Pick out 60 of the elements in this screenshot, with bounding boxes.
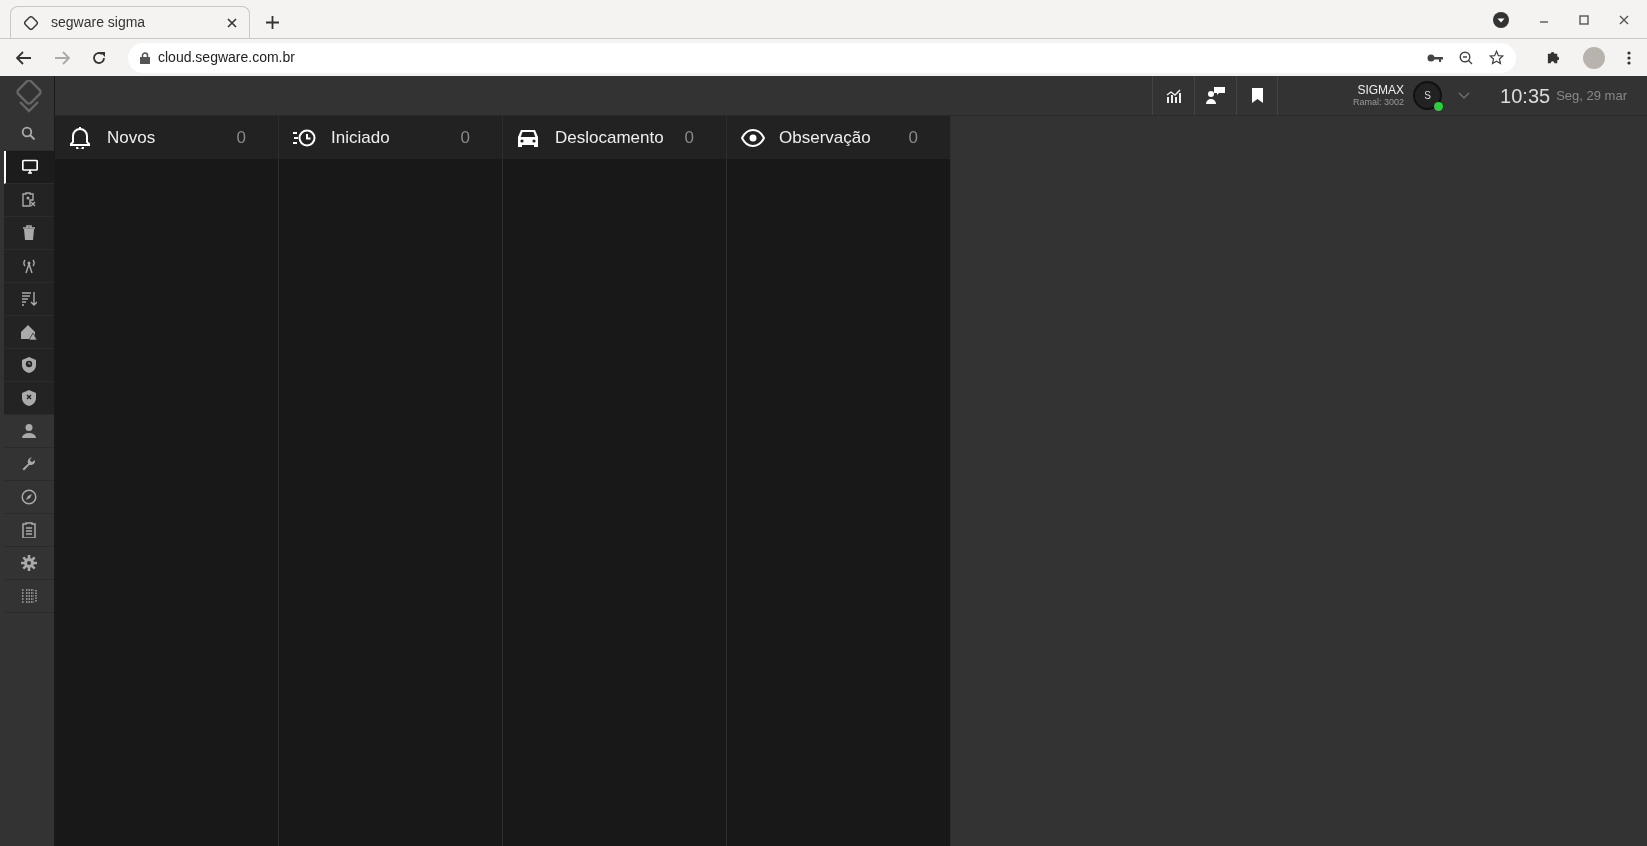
back-icon[interactable] xyxy=(16,50,32,65)
extensions-icon[interactable] xyxy=(1546,50,1561,65)
key-icon[interactable] xyxy=(1427,52,1443,63)
sort-descending-icon xyxy=(21,291,37,307)
user-chat-icon xyxy=(1206,87,1226,104)
clock-time: 10:35 xyxy=(1500,83,1551,109)
user-avatar[interactable]: S xyxy=(1413,81,1443,110)
tab-search-icon[interactable] xyxy=(1493,12,1509,28)
tab-title: segware sigma xyxy=(51,13,147,32)
close-icon[interactable] xyxy=(227,17,237,28)
wrench-icon xyxy=(21,456,37,472)
compass-icon xyxy=(21,489,37,505)
column-count: 0 xyxy=(908,126,918,149)
column-title: Novos xyxy=(107,126,157,149)
user-extension: Ramal: 3002 xyxy=(1353,98,1405,107)
url-text: cloud.segware.com.br xyxy=(158,48,295,67)
clock-date: Seg, 29 mar xyxy=(1556,86,1627,105)
shield-clock-icon xyxy=(21,357,37,373)
sidebar-item[interactable] xyxy=(4,151,54,184)
column-title: Observação xyxy=(779,126,872,149)
sidebar-item[interactable] xyxy=(4,217,54,250)
avatar-letter: S xyxy=(1424,89,1431,103)
settings-icon xyxy=(21,555,37,571)
column-count: 0 xyxy=(460,126,470,149)
user-name: SIGMAX xyxy=(1357,84,1405,96)
eye-icon xyxy=(741,126,765,149)
browser-tab[interactable]: segware sigma xyxy=(10,6,250,38)
monitor-icon xyxy=(22,159,38,175)
bookmark-button[interactable] xyxy=(1236,76,1279,115)
star-icon[interactable] xyxy=(1489,50,1504,65)
trash-icon xyxy=(21,225,37,241)
close-window-icon[interactable] xyxy=(1619,15,1629,25)
reload-icon[interactable] xyxy=(92,50,106,65)
sidebar-item[interactable] xyxy=(4,382,54,415)
new-tab-icon[interactable] xyxy=(266,16,279,29)
address-bar[interactable]: cloud.segware.com.br xyxy=(128,42,1516,73)
bookmark-icon xyxy=(1251,88,1263,103)
column-count: 0 xyxy=(236,126,246,149)
antenna-icon xyxy=(21,258,37,274)
shield-x-icon xyxy=(21,390,37,406)
list-icon xyxy=(21,588,37,604)
clipboard-x-icon xyxy=(21,192,37,208)
menu-icon[interactable] xyxy=(1627,50,1631,65)
search-icon xyxy=(21,126,37,142)
column-title: Iniciado xyxy=(331,126,391,149)
maximize-icon[interactable] xyxy=(1579,15,1589,25)
column-title: Deslocamento xyxy=(555,126,665,149)
column-count: 0 xyxy=(684,126,694,149)
chevron-down-icon[interactable] xyxy=(1458,92,1471,99)
tab-favicon-icon xyxy=(23,14,39,31)
house-warning-icon xyxy=(21,324,37,340)
chart-icon xyxy=(1166,88,1182,103)
lock-icon xyxy=(140,51,150,64)
sidebar-item[interactable] xyxy=(4,316,54,349)
person-icon xyxy=(21,423,37,439)
logo-icon xyxy=(15,80,43,114)
bell-icon xyxy=(69,126,93,149)
clipboard-icon xyxy=(21,522,37,538)
sidebar-item[interactable] xyxy=(4,349,54,382)
zoom-out-icon[interactable] xyxy=(1459,50,1473,65)
